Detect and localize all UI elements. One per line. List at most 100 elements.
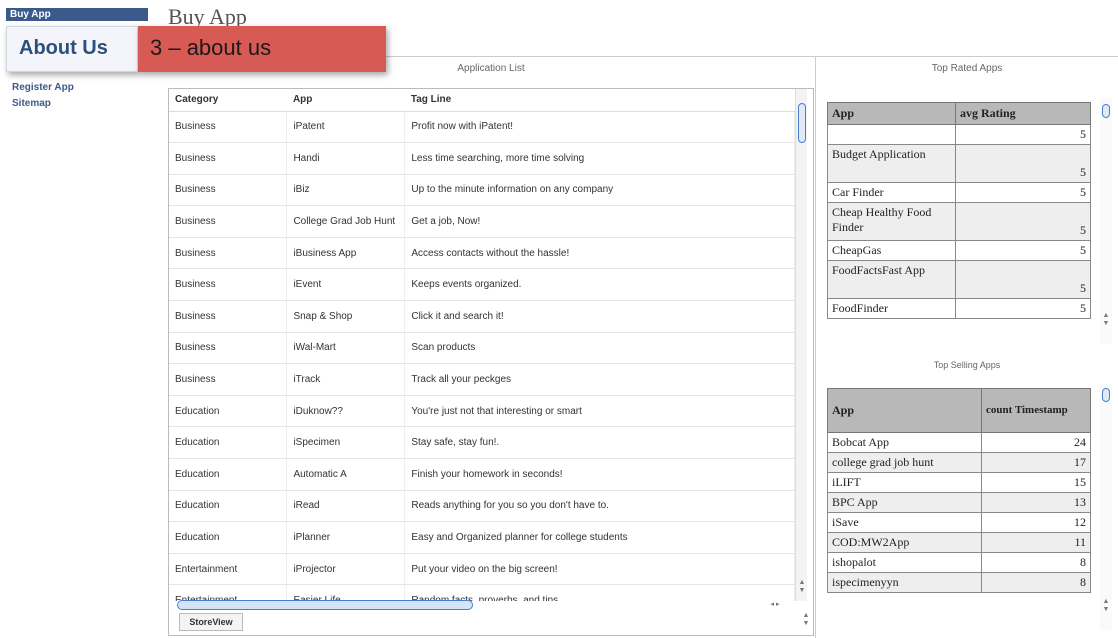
top-selling-vscrollbar[interactable]: ▲ ▼	[1100, 384, 1112, 630]
cell-category: Business	[169, 363, 288, 396]
cell-category: Business	[169, 300, 288, 333]
top-selling-row: ishopalot 8	[827, 552, 1091, 573]
top-rated-header-row: App avg Rating	[827, 102, 1091, 125]
table-row[interactable]: Business iEvent Keeps events organized.	[169, 268, 795, 302]
cell-category: Entertainment	[169, 553, 288, 586]
top-rated-viewport: App avg Rating 5 Budget Application 5 Car F…	[827, 102, 1093, 342]
top-selling-scroll-thumb[interactable]	[1102, 388, 1110, 402]
sidebar-item-sitemap[interactable]: Sitemap	[12, 98, 51, 109]
sidebar-item-register-app[interactable]: Register App	[12, 82, 74, 93]
top-selling-col-app: App	[827, 388, 982, 433]
top-selling-value-cell: 11	[981, 532, 1091, 553]
outer-scroll-arrows[interactable]: ▲ ▼	[800, 612, 812, 628]
top-selling-app-cell: ispecimenyyn	[827, 572, 982, 593]
table-row[interactable]: Education iPlanner Easy and Organized plan…	[169, 521, 795, 554]
top-rated-scroll-arrows[interactable]: ▲ ▼	[1100, 312, 1112, 328]
application-list: Category App Tag Line Business iPatent Pro…	[168, 88, 814, 636]
cell-app: iPatent	[286, 111, 406, 144]
application-list-hscrollbar[interactable]: ◂ ▸	[177, 599, 787, 611]
top-rated-col-rating: avg Rating	[955, 102, 1091, 125]
table-row[interactable]: Business iPatent Profit now with iPatent!	[169, 111, 795, 144]
table-row[interactable]: Business iBiz Up to the minute information…	[169, 174, 795, 207]
top-selling-scroll-arrows[interactable]: ▲ ▼	[1100, 598, 1112, 614]
cell-category: Business	[169, 237, 288, 270]
top-selling-app-cell: BPC App	[827, 492, 982, 513]
cell-category: Education	[169, 395, 288, 428]
cell-app: iDuknow??	[286, 395, 406, 428]
table-row[interactable]: Education iRead Reads anything for you so …	[169, 490, 795, 523]
top-selling-app-cell: ishopalot	[827, 552, 982, 573]
hscroll-thumb[interactable]	[177, 600, 473, 610]
table-row[interactable]: Business iWal-Mart Scan products	[169, 332, 795, 365]
column-header-app[interactable]: App	[286, 89, 405, 112]
table-row[interactable]: Education Automatic A Finish your homework…	[169, 458, 795, 491]
annotation-callout-text: 3 – about us	[150, 35, 272, 60]
table-row[interactable]: Business iBusiness App Access contacts wit…	[169, 237, 795, 270]
cell-app: iBiz	[286, 174, 406, 207]
cell-category: Business	[169, 174, 288, 207]
top-rated-value-cell: 5	[955, 144, 1091, 183]
cell-category: Education	[169, 426, 288, 460]
table-row[interactable]: Education iSpecimen Stay safe, stay fun!.	[169, 426, 795, 460]
cell-category: Business	[169, 332, 288, 365]
cell-tag-line: Finish your homework in seconds!	[404, 458, 795, 491]
table-row[interactable]: Business Snap & Shop Click it and search i…	[169, 300, 795, 333]
cell-tag-line: Stay safe, stay fun!.	[404, 426, 795, 460]
application-list-vscrollbar[interactable]: ▲ ▼	[795, 89, 807, 601]
cell-app: iEvent	[286, 268, 406, 302]
sidebar: Buy App Register App Sitemap	[0, 0, 150, 638]
cell-category: Education	[169, 458, 288, 491]
top-selling-row: Bobcat App 24	[827, 432, 1091, 453]
storeview-button[interactable]: StoreView	[179, 613, 243, 631]
table-row[interactable]: Entertainment iProjector Put your video on…	[169, 553, 795, 586]
vscroll-arrows[interactable]: ▲ ▼	[796, 579, 808, 595]
top-rated-value-cell: 5	[955, 298, 1091, 319]
top-selling-title: Top Selling Apps	[933, 360, 1001, 370]
top-selling-viewport: App count Timestamp Bobcat App 24 college …	[827, 388, 1093, 626]
cell-category: Education	[169, 490, 288, 523]
cell-tag-line: Put your video on the big screen!	[404, 553, 795, 586]
top-rated-row: FoodFactsFast App 5	[827, 260, 1091, 299]
top-selling-value-cell: 13	[981, 492, 1091, 513]
application-table: Category App Tag Line Business iPatent Pro…	[169, 89, 795, 601]
vscroll-thumb[interactable]	[798, 103, 806, 143]
column-header-category[interactable]: Category	[169, 89, 287, 112]
top-rated-vscrollbar[interactable]: ▲ ▼	[1100, 98, 1112, 344]
top-selling-app-cell: COD:MW2App	[827, 532, 982, 553]
cell-app: Handi	[286, 142, 406, 175]
cell-tag-line: You're just not that interesting or smar…	[404, 395, 795, 428]
cell-tag-line: Scan products	[404, 332, 795, 365]
top-selling-row: college grad job hunt 17	[827, 452, 1091, 473]
cell-app: iWal-Mart	[286, 332, 406, 365]
cell-category: Education	[169, 521, 288, 554]
about-us-menu-item[interactable]: About Us	[6, 26, 138, 72]
top-selling-col-count: count Timestamp	[981, 388, 1091, 433]
top-selling-value-cell: 8	[981, 552, 1091, 573]
cell-app: iRead	[286, 490, 406, 523]
sidebar-item-buy-app[interactable]: Buy App	[6, 8, 148, 21]
top-rated-value-cell: 5	[955, 240, 1091, 261]
cell-tag-line: Reads anything for you so you don't have…	[404, 490, 795, 523]
application-table-viewport: Category App Tag Line Business iPatent Pro…	[169, 89, 795, 601]
table-row[interactable]: Education iDuknow?? You're just not that i…	[169, 395, 795, 428]
cell-tag-line: Track all your peckges	[404, 363, 795, 396]
table-row[interactable]: Business Handi Less time searching, more t…	[169, 142, 795, 175]
top-rated-app-cell: FoodFactsFast App	[827, 260, 956, 299]
table-row[interactable]: Business iTrack Track all your peckges	[169, 363, 795, 396]
top-selling-value-cell: 12	[981, 512, 1091, 533]
top-selling-value-cell: 24	[981, 432, 1091, 453]
table-header-row: Category App Tag Line	[169, 89, 795, 112]
annotation-callout: 3 – about us	[138, 26, 386, 72]
top-rated-app-cell: CheapGas	[827, 240, 956, 261]
cell-app: iBusiness App	[286, 237, 406, 270]
top-rated-row: 5	[827, 124, 1091, 145]
top-selling-row: iLIFT 15	[827, 472, 1091, 493]
panel-divider	[815, 56, 816, 638]
cell-tag-line: Up to the minute information on any comp…	[404, 174, 795, 207]
top-rated-value-cell: 5	[955, 182, 1091, 203]
top-rated-scroll-thumb[interactable]	[1102, 104, 1110, 118]
table-row[interactable]: Business College Grad Job Hunt Get a job, …	[169, 205, 795, 238]
hscroll-arrows[interactable]: ◂ ▸	[765, 601, 785, 609]
top-selling-app-cell: college grad job hunt	[827, 452, 982, 473]
column-header-tag-line[interactable]: Tag Line	[404, 89, 795, 112]
